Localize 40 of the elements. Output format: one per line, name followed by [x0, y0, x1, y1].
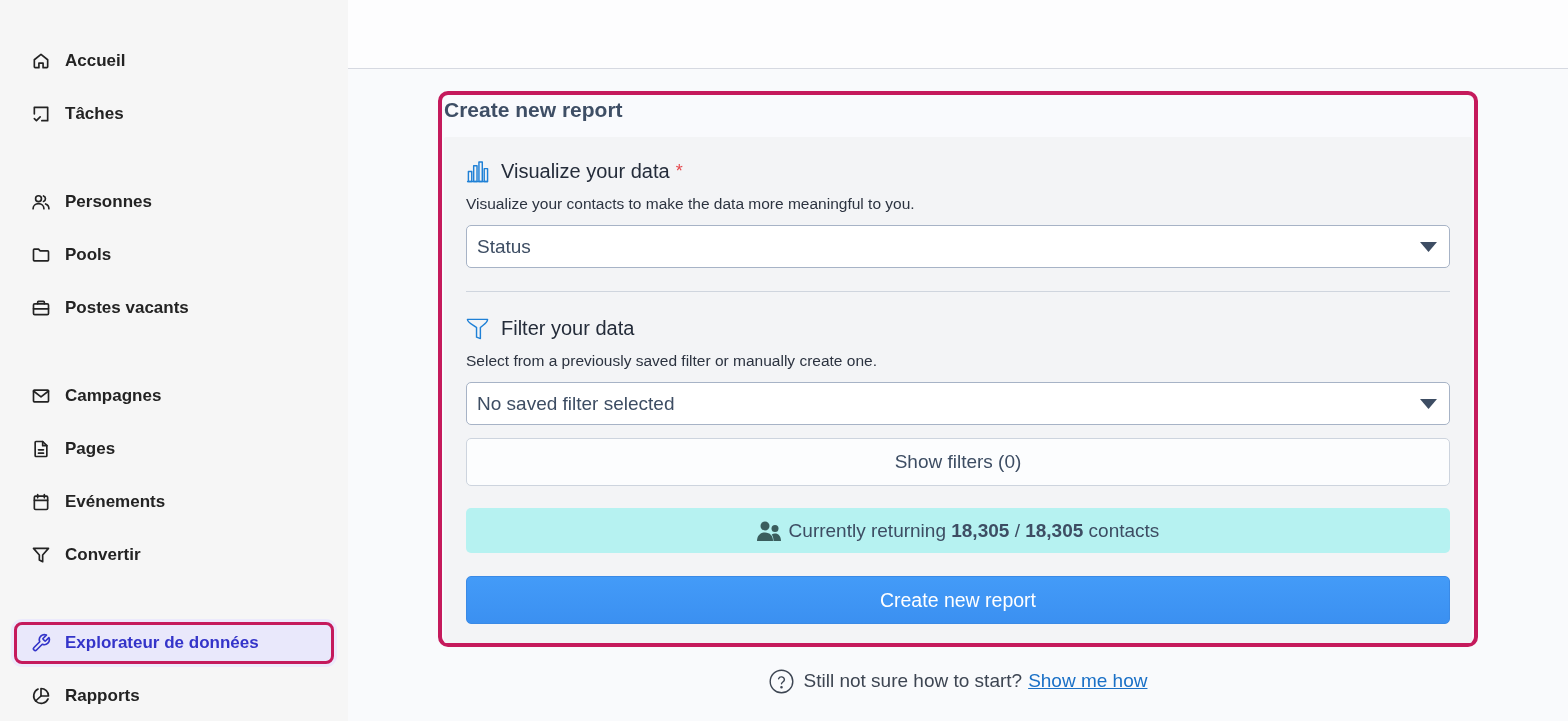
- question-icon: [768, 668, 794, 694]
- users-icon: [756, 519, 781, 542]
- calendar-icon: [31, 492, 51, 512]
- checked-square-icon: [31, 104, 51, 124]
- funnel-icon: [31, 545, 51, 565]
- section-description: Visualize your contacts to make the data more meaningful to you.: [466, 195, 916, 213]
- nav-item[interactable]: Campagnes: [14, 375, 334, 417]
- required-mark: *: [675, 160, 683, 182]
- nav-item[interactable]: Convertir: [14, 534, 334, 576]
- pie-chart-icon: [31, 686, 51, 706]
- document-icon: [31, 439, 51, 459]
- nav-item[interactable]: Personnes: [14, 181, 334, 223]
- bar-chart-icon: [466, 159, 489, 183]
- section-heading: Filter your data: [501, 316, 635, 340]
- nav-item[interactable]: Pages: [14, 428, 334, 470]
- funnel-icon: [466, 316, 489, 340]
- caret-icon: [1420, 398, 1437, 409]
- envelope-icon: [31, 386, 51, 406]
- briefcase-icon: [31, 298, 51, 318]
- home-icon: [31, 51, 51, 71]
- show-filters-button[interactable]: Show filters (0): [466, 438, 1450, 486]
- result-text: Currently returning 18,305 / 18,305 contacts: [788, 519, 1160, 542]
- help-link[interactable]: Show me how: [1028, 670, 1148, 692]
- nav-item[interactable]: Accueil: [14, 40, 334, 82]
- select-field[interactable]: Status: [466, 225, 1450, 268]
- select-field[interactable]: No saved filter selected: [466, 382, 1450, 425]
- section-description: Select from a previously saved filter or manually create one.: [466, 352, 878, 370]
- nav-item[interactable]: Rapports: [14, 675, 334, 717]
- nav-item[interactable]: Evénements: [14, 481, 334, 523]
- nav-item[interactable]: Postes vacants: [14, 287, 334, 329]
- section-heading: Visualize your data: [501, 159, 670, 183]
- card-title: Create new report: [444, 97, 624, 123]
- caret-icon: [1420, 241, 1437, 252]
- wrench-icon: [31, 633, 51, 653]
- nav-item[interactable]: Explorateur de données: [14, 622, 334, 664]
- nav-item[interactable]: Tâches: [14, 93, 334, 135]
- nav-item[interactable]: Pools: [14, 234, 334, 276]
- users-icon: [31, 192, 51, 212]
- folder-icon: [31, 245, 51, 265]
- help-text: Still not sure how to start?: [803, 670, 1023, 692]
